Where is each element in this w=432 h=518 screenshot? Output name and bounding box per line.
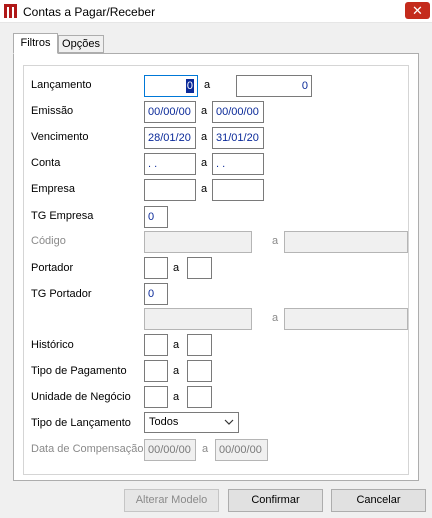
filters-group: Lançamento 0 a 0 Emissão 00/00/00 a 00/0… xyxy=(23,65,409,475)
tg-portador-label: TG Portador xyxy=(31,288,92,300)
unidade-negocio-sep: a xyxy=(173,391,180,403)
tg-empresa-input[interactable]: 0 xyxy=(144,206,168,228)
emissao-to-input[interactable]: 00/00/00 xyxy=(212,101,264,123)
portador-from-input[interactable] xyxy=(144,257,168,279)
tipo-lancamento-value: Todos xyxy=(149,416,179,428)
codigo-from-input[interactable] xyxy=(144,231,252,253)
conta-from-input[interactable]: . . xyxy=(144,153,196,175)
close-button[interactable]: ✕ xyxy=(405,2,430,19)
tipo-pagamento-label: Tipo de Pagamento xyxy=(31,365,127,377)
vencimento-to-input[interactable]: 31/01/20 xyxy=(212,127,264,149)
empresa-label: Empresa xyxy=(31,183,76,195)
empresa-from-input[interactable] xyxy=(144,179,196,201)
data-compensacao-from-input[interactable]: 00/00/00 xyxy=(144,439,196,461)
conta-sep: a xyxy=(201,157,208,169)
portador-range-to-input[interactable] xyxy=(284,308,408,330)
codigo-to-input[interactable] xyxy=(284,231,408,253)
unidade-negocio-to-input[interactable] xyxy=(187,386,212,408)
chevron-down-icon xyxy=(224,419,234,425)
data-compensacao-label: Data de Compensação xyxy=(31,443,144,455)
empresa-sep: a xyxy=(201,183,208,195)
portador-range-sep: a xyxy=(272,312,279,324)
historico-label: Histórico xyxy=(31,339,74,351)
close-icon: ✕ xyxy=(412,3,423,18)
empresa-to-input[interactable] xyxy=(212,179,264,201)
data-compensacao-to-input[interactable]: 00/00/00 xyxy=(215,439,268,461)
window-title: Contas a Pagar/Receber xyxy=(23,5,156,19)
portador-label: Portador xyxy=(31,262,74,274)
emissao-from-input[interactable]: 00/00/00 xyxy=(144,101,196,123)
conta-label: Conta xyxy=(31,157,61,169)
lancamento-sep: a xyxy=(204,79,211,91)
emissao-label: Emissão xyxy=(31,105,74,117)
tipo-pagamento-to-input[interactable] xyxy=(187,360,212,382)
alterar-modelo-button[interactable]: Alterar Modelo xyxy=(124,489,219,512)
tab-opcoes[interactable]: Opções xyxy=(58,35,104,53)
portador-sep: a xyxy=(173,262,180,274)
vencimento-from-input[interactable]: 28/01/20 xyxy=(144,127,196,149)
confirmar-button[interactable]: Confirmar xyxy=(228,489,323,512)
cancelar-button[interactable]: Cancelar xyxy=(331,489,426,512)
conta-to-input[interactable]: . . xyxy=(212,153,264,175)
historico-to-input[interactable] xyxy=(187,334,212,356)
portador-to-input[interactable] xyxy=(187,257,212,279)
vencimento-sep: a xyxy=(201,131,208,143)
tipo-pagamento-sep: a xyxy=(173,365,180,377)
historico-from-input[interactable] xyxy=(144,334,168,356)
tipo-pagamento-from-input[interactable] xyxy=(144,360,168,382)
lancamento-to-input[interactable]: 0 xyxy=(236,75,312,97)
data-compensacao-sep: a xyxy=(202,443,209,455)
lancamento-from-input[interactable]: 0 xyxy=(144,75,198,97)
emissao-sep: a xyxy=(201,105,208,117)
tg-portador-input[interactable]: 0 xyxy=(144,283,168,305)
tipo-lancamento-label: Tipo de Lançamento xyxy=(31,417,131,429)
unidade-negocio-from-input[interactable] xyxy=(144,386,168,408)
portador-range-from-input[interactable] xyxy=(144,308,252,330)
tab-filtros[interactable]: Filtros xyxy=(13,33,58,54)
tipo-lancamento-select[interactable]: Todos xyxy=(144,412,239,433)
vencimento-label: Vencimento xyxy=(31,131,89,143)
unidade-negocio-label: Unidade de Negócio xyxy=(31,391,131,403)
title-bar: Contas a Pagar/Receber ✕ xyxy=(0,0,432,23)
filters-panel: Lançamento 0 a 0 Emissão 00/00/00 a 00/0… xyxy=(13,53,419,481)
codigo-label: Código xyxy=(31,235,66,247)
codigo-sep: a xyxy=(272,235,279,247)
lancamento-label: Lançamento xyxy=(31,79,92,91)
historico-sep: a xyxy=(173,339,180,351)
app-logo-icon xyxy=(4,4,17,18)
tg-empresa-label: TG Empresa xyxy=(31,210,94,222)
